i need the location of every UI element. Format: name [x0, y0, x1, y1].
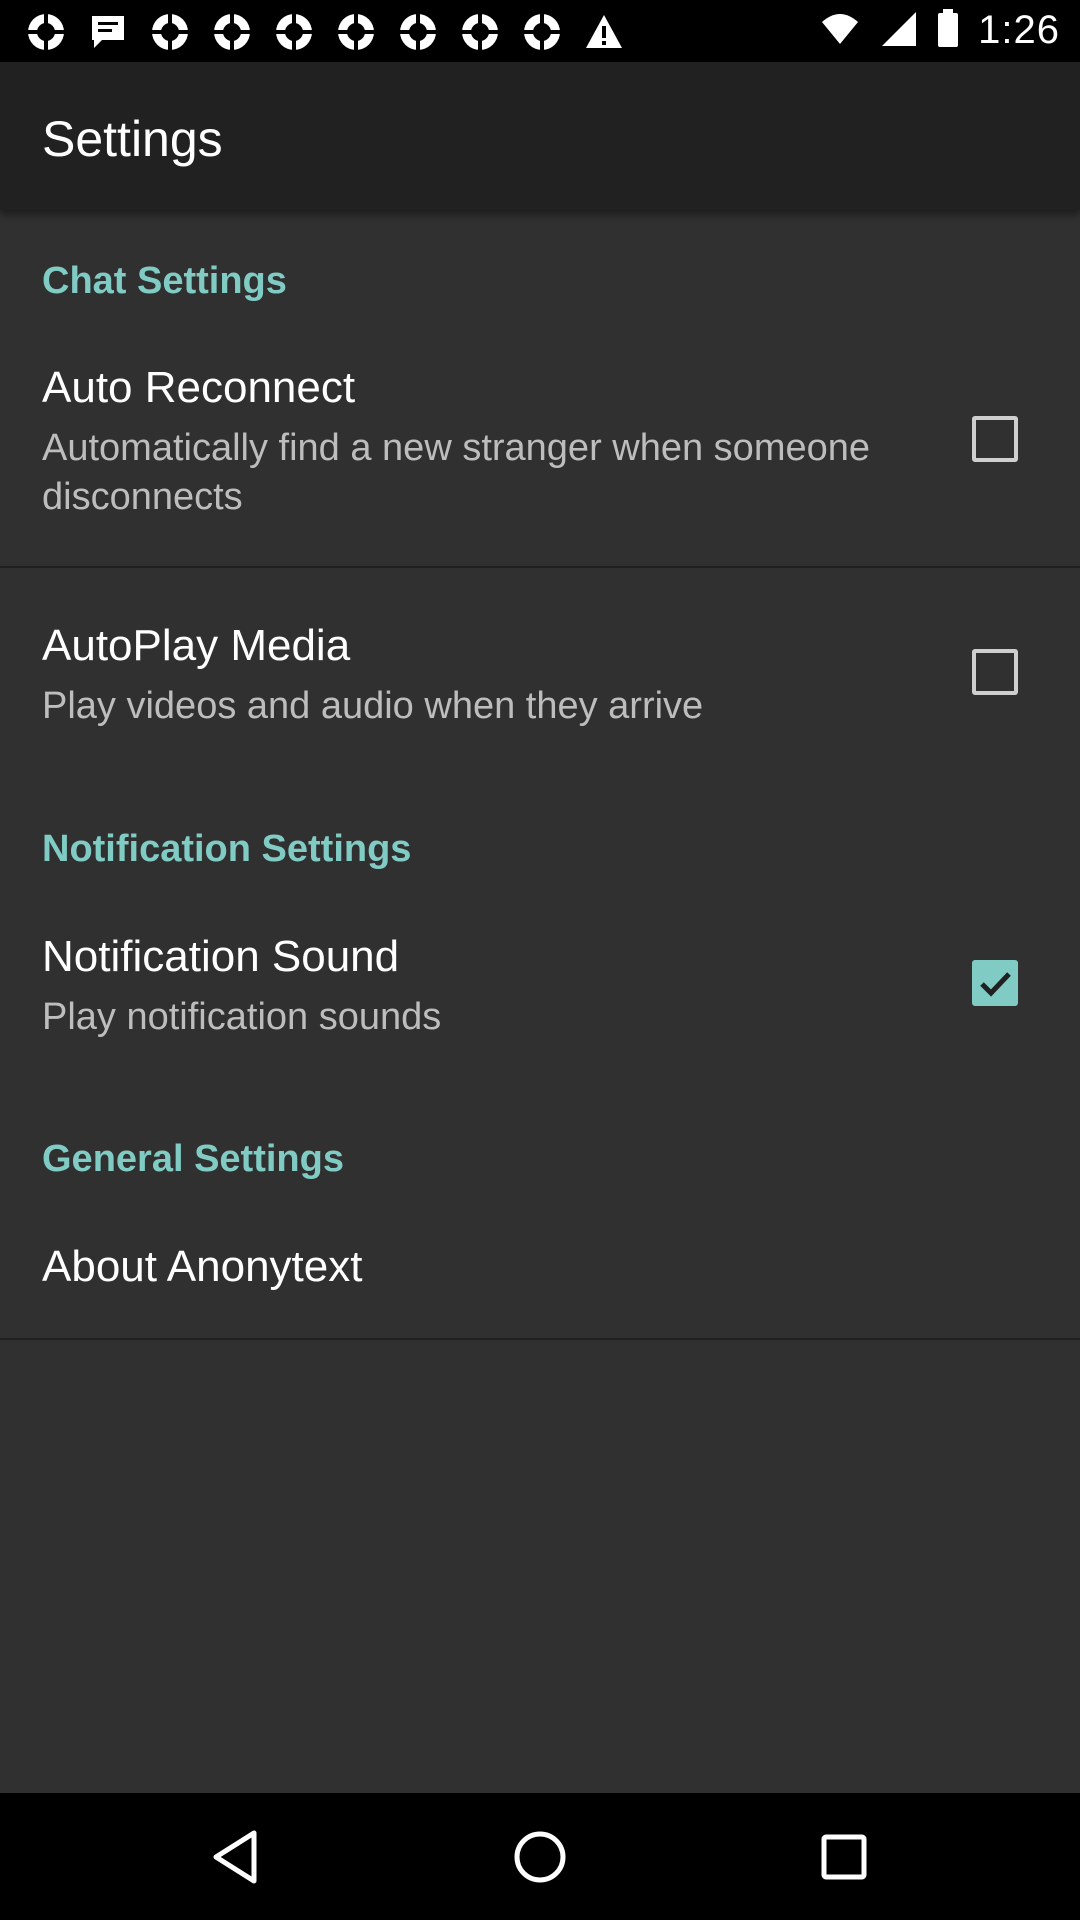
warning-icon: [580, 12, 628, 52]
message-icon: [84, 12, 132, 52]
autoplay-media-summary: Play videos and audio when they arrive: [42, 685, 704, 727]
about-title: About Anonytext: [42, 1242, 363, 1291]
app-logo-icon: [518, 12, 566, 52]
section-header-notification: Notification Settings: [42, 828, 412, 870]
app-bar: Settings: [0, 62, 1080, 210]
wifi-icon: [820, 8, 860, 53]
notification-sound-summary: Play notification sounds: [42, 996, 442, 1038]
battery-icon: [936, 8, 960, 53]
autoplay-media-checkbox[interactable]: [972, 649, 1018, 695]
app-logo-icon: [456, 12, 504, 52]
home-icon[interactable]: [504, 1821, 576, 1893]
autoplay-media-title: AutoPlay Media: [42, 621, 351, 670]
settings-list: Chat Settings Auto Reconnect Automatical…: [0, 210, 1080, 1793]
app-logo-icon: [146, 12, 194, 52]
divider: [0, 566, 1080, 568]
status-time: 1:26: [978, 8, 1060, 52]
system-status: 1:26: [820, 8, 1060, 53]
status-bar: 1:26: [0, 0, 1080, 62]
page-title: Settings: [42, 111, 223, 167]
navigation-bar: [0, 1793, 1080, 1920]
divider: [0, 1338, 1080, 1340]
app-logo-icon: [208, 12, 256, 52]
app-logo-icon: [332, 12, 380, 52]
app-logo-icon: [270, 12, 318, 52]
recents-icon[interactable]: [808, 1821, 880, 1893]
section-header-chat: Chat Settings: [42, 260, 287, 302]
checkmark-icon: [980, 972, 1011, 997]
back-icon[interactable]: [202, 1821, 274, 1893]
app-logo-icon: [22, 12, 70, 52]
auto-reconnect-title: Auto Reconnect: [42, 363, 356, 412]
signal-icon: [878, 8, 918, 53]
app-logo-icon: [394, 12, 442, 52]
auto-reconnect-checkbox[interactable]: [972, 416, 1018, 462]
section-header-general: General Settings: [42, 1138, 344, 1180]
notification-sound-checkbox[interactable]: [972, 960, 1018, 1006]
notification-icons: [22, 12, 628, 52]
auto-reconnect-summary: Automatically find a new stranger when s…: [42, 427, 871, 518]
notification-sound-title: Notification Sound: [42, 932, 400, 981]
